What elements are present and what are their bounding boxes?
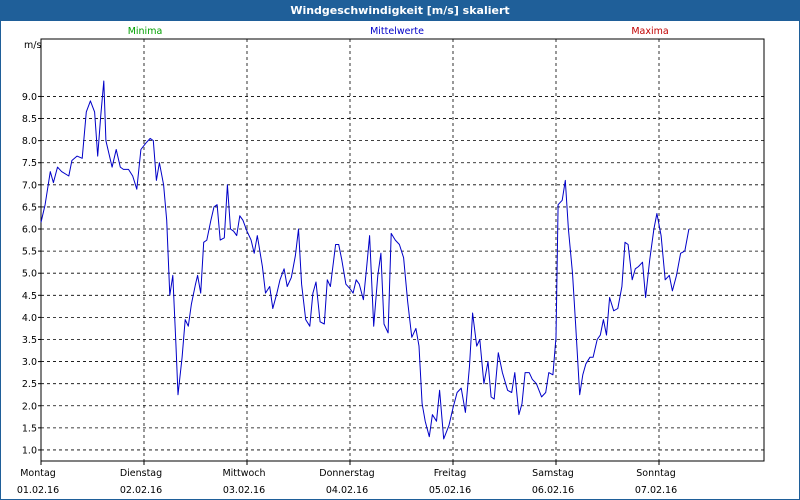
- x-tick-day-label: Samstag: [532, 468, 574, 479]
- wind-speed-chart: 1.0 1.5 2.0 2.5 3.0 3.5 4.0 4.5 5.0 5.5 6.0 6.5 7.0 7…: [17, 26, 765, 496]
- y-tick-label: 2.5: [22, 379, 37, 390]
- y-tick-label: 6.5: [22, 202, 37, 213]
- x-tick-date-label: 06.02.16: [532, 485, 574, 496]
- y-tick-label: 3.5: [22, 335, 37, 346]
- x-tick-date-label: 03.02.16: [223, 485, 265, 496]
- y-tick-label: 2.0: [22, 401, 37, 412]
- y-tick-label: 8.0: [22, 136, 37, 147]
- x-tick-day-label: Montag: [20, 468, 56, 479]
- x-axis: Montag 01.02.16 Dienstag 02.02.16 Mittwoch 03…: [17, 461, 677, 496]
- legend-minima: Minima: [128, 26, 163, 37]
- x-tick-date-label: 02.02.16: [120, 485, 162, 496]
- y-tick-label: 4.0: [22, 313, 37, 324]
- y-tick-label: 8.5: [22, 114, 37, 125]
- y-tick-label: 4.5: [22, 291, 37, 302]
- x-tick-day-label: Dienstag: [120, 468, 162, 479]
- x-tick-day-label: Sonntag: [636, 468, 675, 479]
- series-group: [40, 80, 690, 440]
- legend-maxima: Maxima: [631, 26, 668, 37]
- series-line-mittelwerte: [40, 80, 690, 440]
- y-tick-label: 7.5: [22, 158, 37, 169]
- x-tick-day-label: Donnerstag: [319, 468, 374, 479]
- y-axis: 1.0 1.5 2.0 2.5 3.0 3.5 4.0 4.5 5.0 5.5 6.0 6.5 7.0 7…: [22, 92, 41, 456]
- x-tick-day-label: Mittwoch: [222, 468, 265, 479]
- y-tick-label: 5.0: [22, 269, 37, 280]
- plot-area-border: [40, 38, 765, 462]
- x-tick-date-label: 07.02.16: [635, 485, 677, 496]
- y-tick-label: 5.5: [22, 247, 37, 258]
- x-tick-date-label: 01.02.16: [17, 485, 59, 496]
- x-tick-date-label: 04.02.16: [326, 485, 368, 496]
- y-axis-unit-label: m/s: [24, 40, 41, 51]
- y-tick-label: 3.0: [22, 357, 37, 368]
- grid: [41, 39, 764, 461]
- y-tick-label: 1.5: [22, 423, 37, 434]
- x-tick-date-label: 05.02.16: [429, 485, 471, 496]
- chart-window: Windgeschwindigkeit [m/s] skaliert 1.0 1.…: [0, 0, 800, 500]
- y-tick-label: 6.0: [22, 225, 37, 236]
- legend-mittelwerte: Mittelwerte: [370, 26, 424, 37]
- y-tick-label: 7.0: [22, 180, 37, 191]
- y-tick-label: 1.0: [22, 445, 37, 456]
- x-tick-day-label: Freitag: [434, 468, 467, 479]
- y-tick-label: 9.0: [22, 92, 37, 103]
